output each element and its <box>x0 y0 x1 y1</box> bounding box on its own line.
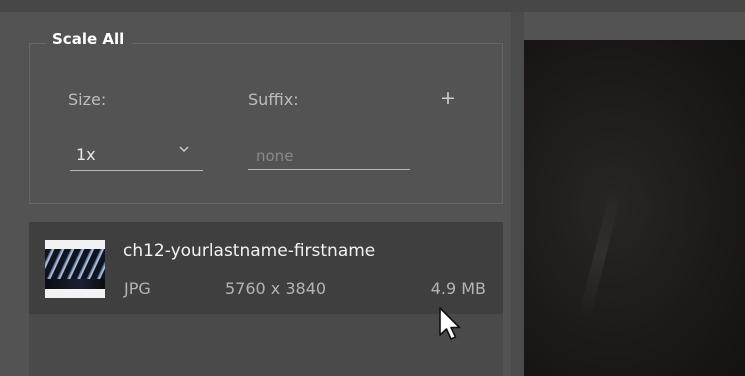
size-dropdown-value: 1x <box>76 145 96 164</box>
preview-detail <box>578 190 622 320</box>
size-dropdown[interactable]: 1x <box>70 140 203 171</box>
suffix-label: Suffix: <box>248 90 299 109</box>
file-name: ch12-yourlastname-firstname <box>123 241 376 261</box>
file-thumbnail <box>45 240 105 298</box>
chevron-down-icon <box>179 146 189 152</box>
suffix-input[interactable] <box>248 142 410 170</box>
thumbnail-image <box>45 249 105 289</box>
mouse-pointer-icon <box>439 307 461 340</box>
file-dimensions: 5760 x 3840 <box>225 279 327 298</box>
file-type: JPG <box>124 279 151 298</box>
panel-divider[interactable] <box>511 12 524 376</box>
image-preview <box>524 40 745 376</box>
file-list: ch12-yourlastname-firstname JPG 5760 x 3… <box>29 222 503 376</box>
file-list-item[interactable]: ch12-yourlastname-firstname JPG 5760 x 3… <box>29 222 503 314</box>
file-size: 4.9 MB <box>430 279 486 298</box>
scale-all-title: Scale All <box>46 29 133 49</box>
add-scale-button[interactable]: + <box>438 86 458 110</box>
top-strip <box>0 0 745 12</box>
scale-all-group <box>29 43 503 204</box>
size-label: Size: <box>68 90 107 109</box>
